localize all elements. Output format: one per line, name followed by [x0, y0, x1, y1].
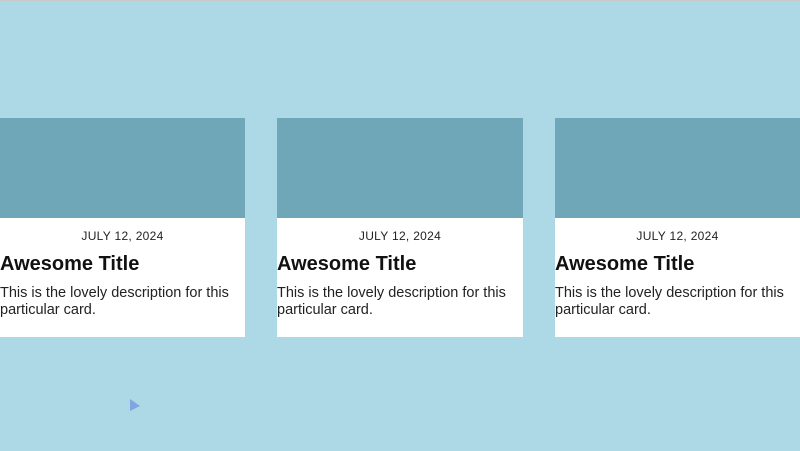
card-date: JULY 12, 2024 [636, 229, 719, 243]
card-image [0, 118, 245, 218]
card-description: This is the lovely description for this … [277, 285, 506, 318]
card-description: This is the lovely description for this … [0, 285, 229, 318]
card[interactable]: JULY 12, 2024 Awesome Title This is the … [555, 118, 800, 337]
card[interactable]: JULY 12, 2024 Awesome Title This is the … [0, 118, 245, 337]
card-title: Awesome Title [0, 253, 140, 275]
card-image [277, 118, 523, 218]
card-title: Awesome Title [555, 253, 695, 275]
card-image [555, 118, 800, 218]
card-title: Awesome Title [277, 253, 417, 275]
card-body: JULY 12, 2024 Awesome Title This is the … [555, 229, 800, 319]
card-date: JULY 12, 2024 [358, 229, 442, 243]
card-description: This is the lovely description for this … [555, 285, 784, 318]
card-body: JULY 12, 2024 Awesome Title This is the … [0, 229, 245, 319]
card[interactable]: JULY 12, 2024 Awesome Title This is the … [277, 118, 523, 337]
card-body: JULY 12, 2024 Awesome Title This is the … [277, 229, 523, 319]
card-date: JULY 12, 2024 [81, 229, 164, 243]
card-list: JULY 12, 2024 Awesome Title This is the … [0, 118, 800, 337]
pointer-arrow-icon [130, 399, 140, 411]
top-border [0, 0, 800, 1]
